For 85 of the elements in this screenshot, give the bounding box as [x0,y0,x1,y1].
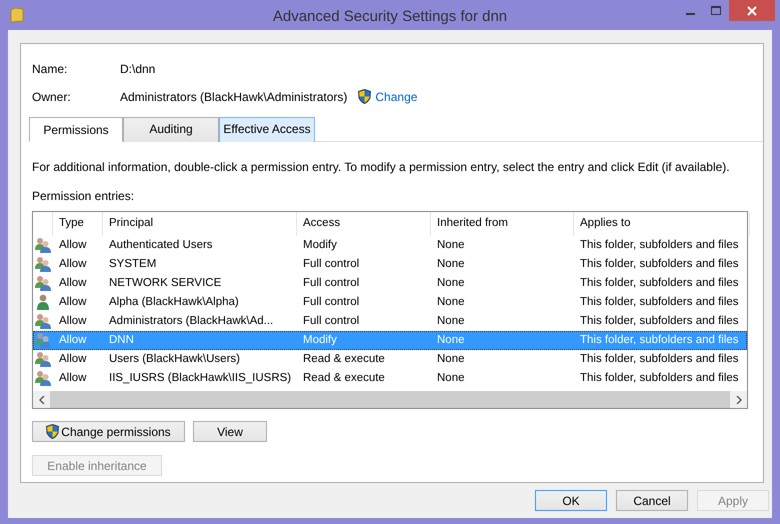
permission-row[interactable]: Allow Users (BlackHawk\Users) Read & execute None This folder, subfolders and files [33,350,747,369]
table-cell-text: Full control [302,314,360,329]
users-icon [35,236,51,253]
table-cell-text: This folder, subfolders and files [579,294,740,310]
table-cell-text: Administrators (BlackHawk\Ad... [108,314,274,329]
permission-row[interactable]: Allow NETWORK SERVICE Full control None This folder, subfolders and files [33,274,747,293]
column-header[interactable]: Principal [103,212,297,236]
table-cell-text: None [436,294,466,310]
column-header[interactable]: Access [297,212,431,236]
table-cell-text: This folder, subfolders and files [579,238,740,253]
permission-entries-label: Permission entries: [32,188,136,205]
table-cell-text: Alpha (BlackHawk\Alpha) [108,294,240,310]
table-cell-text: This folder, subfolders and files [579,370,740,386]
shield-icon [46,424,60,439]
column-header[interactable]: Applies to [574,212,750,236]
permission-row[interactable]: Allow IIS_IUSRS (BlackHawk\IIS_IUSRS) Read & execute None This folder, subfolders and files [33,369,747,388]
column-header[interactable]: Inherited from [431,212,574,236]
table-cell-text: None [436,370,466,386]
action-button[interactable]: Change permissions [32,421,185,442]
table-cell-text: Authenticated Users [108,238,214,253]
table-cell-text: This folder, subfolders and files [579,332,740,348]
shield-icon [358,89,372,104]
close-button[interactable] [729,0,775,21]
dialog-button[interactable]: OK [535,490,607,511]
table-cell-text: Full control [302,294,360,310]
info-text: For additional information, double-click a permission entry. To modify a permission entry, select the entry and click Edit (if available). [32,159,731,176]
permission-row[interactable]: Allow Authenticated Users Modify None This folder, subfolders and files [33,236,747,255]
users-icon [35,370,51,386]
permission-row[interactable]: Allow SYSTEM Full control None This folder, subfolders and files [33,255,747,274]
table-cell-text: Allow [58,332,88,348]
table-cell-text: NETWORK SERVICE [108,276,222,291]
owner-value: Administrators (BlackHawk\Administrators) [120,88,348,106]
tab[interactable]: Permissions [29,117,123,142]
table-cell-text: Allow [58,294,88,310]
table-cell-text: Allow [58,256,88,272]
table-cell-text: Read & execute [302,352,386,367]
users-icon [35,274,51,291]
tab[interactable]: Effective Access [219,117,315,142]
tab[interactable]: Auditing [123,117,219,142]
table-cell-text: Read & execute [302,370,386,386]
folder-icon [10,7,24,23]
table-cell-text: Modify [302,238,338,253]
permission-row[interactable]: Allow Alpha (BlackHawk\Alpha) Full control None This folder, subfolders and files [33,293,747,312]
scroll-left-button[interactable] [33,391,50,408]
window-title: Advanced Security Settings for dnn [272,8,508,25]
table-cell-text: This folder, subfolders and files [579,352,740,367]
user-icon [35,294,51,310]
table-cell-text: This folder, subfolders and files [579,276,740,291]
table-cell-text: IIS_IUSRS (BlackHawk\IIS_IUSRS) [108,370,292,386]
owner-label: Owner: [32,88,72,106]
users-icon [35,256,51,272]
table-cell-text: This folder, subfolders and files [579,314,740,329]
dialog-button[interactable]: Cancel [616,490,688,511]
minimize-icon [686,13,694,15]
table-cell-text: Allow [58,314,88,329]
table-cell-text: Modify [302,332,338,348]
table-cell-text: SYSTEM [108,256,158,272]
table-cell-text: None [436,238,466,253]
table-cell-text: Full control [302,276,360,291]
table-cell-text: None [436,352,466,367]
permission-row[interactable]: Allow Administrators (BlackHawk\Ad... Full control None This folder, subfolders and files [33,312,747,331]
users-icon [35,350,51,367]
table-cell-text: Allow [58,238,88,253]
table-cell-text: None [436,256,466,272]
action-button[interactable]: View [193,421,267,442]
close-icon [747,6,757,16]
table-cell-text: None [436,276,466,291]
table-cell-text: This folder, subfolders and files [579,256,740,272]
table-cell-text: Allow [58,276,88,291]
users-icon [35,332,51,348]
maximize-icon [711,6,721,15]
users-icon [35,312,51,329]
table-cell-text: Allow [58,352,88,367]
table-cell-text: DNN [108,332,135,348]
change-owner-link[interactable]: Change [375,88,418,106]
name-label: Name: [32,60,68,78]
table-cell-text: Full control [302,256,360,272]
table-cell-text: Allow [58,370,88,386]
column-header[interactable]: Type [53,212,103,236]
horizontal-scrollbar[interactable] [33,391,747,408]
name-value: D:\dnn [120,60,156,78]
table-cell-text: None [436,332,466,348]
table-cell-text: None [436,314,466,329]
scroll-right-button[interactable] [730,391,747,408]
table-cell-text: Users (BlackHawk\Users) [108,352,241,367]
